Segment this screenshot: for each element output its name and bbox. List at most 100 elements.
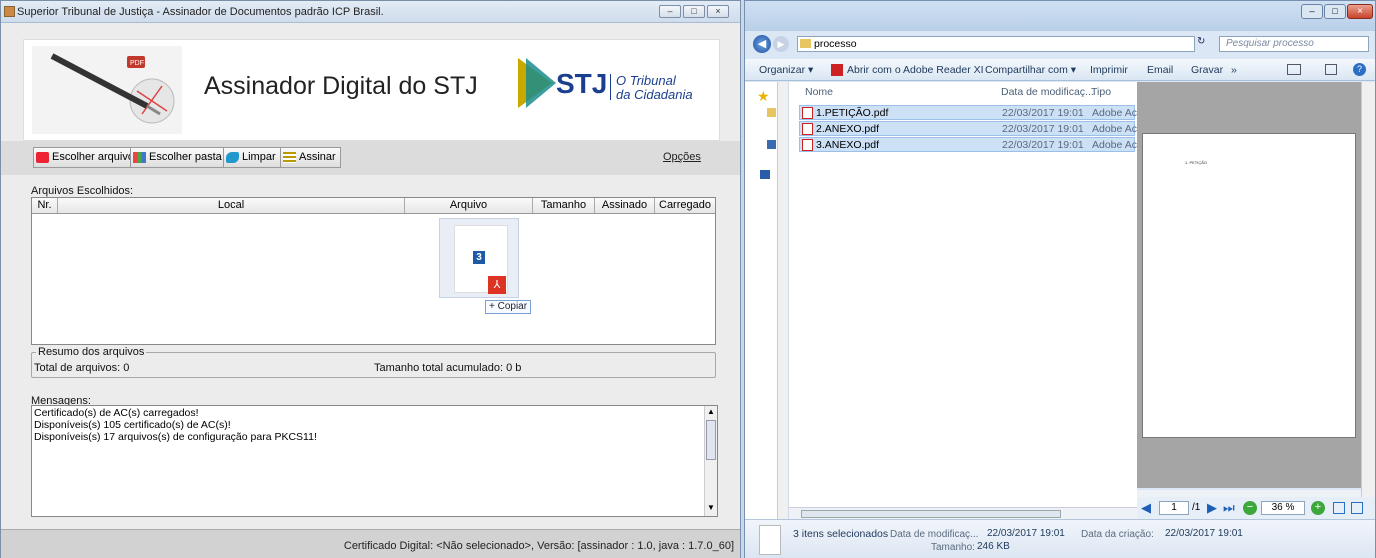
- col-type[interactable]: Tipo: [1091, 86, 1111, 98]
- files-table-header: Nr. Local Arquivo Tamanho Assinado Carre…: [32, 198, 715, 214]
- preview-vscrollbar[interactable]: [1361, 82, 1375, 497]
- file-type: Adobe Acr: [1092, 139, 1141, 151]
- status-bar: Certificado Digital: <Não selecionado>, …: [1, 529, 740, 558]
- banner-title: Assinador Digital do STJ: [204, 72, 478, 100]
- forward-icon[interactable]: ▶: [773, 36, 789, 52]
- prev-page-icon[interactable]: ◀: [1141, 500, 1151, 516]
- pdf-icon: ⅄: [488, 276, 506, 294]
- toolbar: Escolher arquivo Escolher pasta Limpar A…: [1, 141, 740, 175]
- logo-stj-text: STJ: [556, 68, 608, 99]
- clear-button[interactable]: Limpar: [223, 147, 281, 168]
- choose-file-button[interactable]: Escolher arquivo: [33, 147, 139, 168]
- navpane-scrollbar[interactable]: [777, 82, 788, 519]
- col-modified[interactable]: Data de modificaç...: [1001, 86, 1094, 98]
- col-nr[interactable]: Nr.: [32, 198, 58, 213]
- col-local[interactable]: Local: [58, 198, 405, 213]
- messages-scrollbar[interactable]: ▲ ▼: [704, 406, 717, 516]
- file-name: 1.PETIÇÃO.pdf: [816, 107, 889, 119]
- search-input[interactable]: Pesquisar processo: [1219, 36, 1369, 52]
- summary-legend: Resumo dos arquivos: [36, 346, 147, 358]
- col-name[interactable]: Nome: [805, 86, 833, 98]
- file-name: 3.ANEXO.pdf: [816, 139, 880, 151]
- filelist-hscrollbar[interactable]: [789, 507, 1137, 519]
- address-text: processo: [814, 38, 857, 50]
- zoom-out-icon[interactable]: −: [1243, 501, 1257, 515]
- email-button[interactable]: Email: [1147, 64, 1173, 76]
- hscroll-thumb[interactable]: [801, 510, 1061, 518]
- fit-page-icon[interactable]: [1333, 502, 1345, 514]
- burn-button[interactable]: Gravar: [1191, 64, 1223, 76]
- maximize-button[interactable]: □: [683, 5, 705, 18]
- total-size: Tamanho total acumulado: 0 b: [374, 362, 522, 374]
- logo-tagline-1: O Tribunal: [616, 73, 676, 88]
- back-icon[interactable]: ◀: [753, 35, 771, 53]
- explorer-maximize-button[interactable]: □: [1324, 4, 1346, 19]
- file-icon: [36, 152, 49, 163]
- favorites-star-icon[interactable]: ★: [757, 88, 770, 105]
- zoom-in-icon[interactable]: +: [1311, 501, 1325, 515]
- pdf-icon: [802, 107, 813, 119]
- view-options-icon[interactable]: [1287, 64, 1301, 75]
- signer-titlebar[interactable]: Superior Tribunal de Justiça - Assinador…: [1, 1, 740, 23]
- explorer-titlebar[interactable]: – □ ×: [745, 1, 1375, 31]
- preview-page: 1. PETIÇÃO: [1142, 133, 1356, 438]
- file-row[interactable]: 3.ANEXO.pdf 22/03/2017 19:01 Adobe Acr: [799, 137, 1140, 152]
- choose-folder-button[interactable]: Escolher pasta: [130, 147, 227, 168]
- messages-area[interactable]: Certificado(s) de AC(s) carregados! Disp…: [31, 405, 718, 517]
- file-row[interactable]: 2.ANEXO.pdf 22/03/2017 19:01 Adobe Acr: [799, 121, 1140, 136]
- preview-text: 1. PETIÇÃO: [1185, 160, 1208, 165]
- page-count: /1: [1192, 502, 1201, 513]
- selected-count: 3 itens selecionados: [793, 528, 889, 540]
- explorer-minimize-button[interactable]: –: [1301, 4, 1323, 19]
- copy-tooltip: + Copiar: [485, 300, 532, 314]
- pen-document-image: PDF: [32, 46, 182, 134]
- navigation-pane[interactable]: ★: [745, 82, 789, 519]
- pdf-icon: [802, 123, 813, 135]
- fit-width-icon[interactable]: [1351, 502, 1363, 514]
- page-number-input[interactable]: 1: [1159, 501, 1189, 515]
- address-bar[interactable]: processo: [797, 36, 1195, 52]
- col-arquivo[interactable]: Arquivo: [405, 198, 533, 213]
- status-text: Certificado Digital: <Não selecionado>, …: [343, 540, 734, 552]
- size-label: Tamanho:: [931, 542, 975, 553]
- minimize-button[interactable]: –: [659, 5, 681, 18]
- preview-pane-icon[interactable]: [1325, 64, 1337, 75]
- refresh-icon[interactable]: ↻: [1197, 36, 1217, 52]
- svg-text:PDF: PDF: [130, 60, 144, 67]
- file-row[interactable]: 1.PETIÇÃO.pdf 22/03/2017 19:01 Adobe Acr: [799, 105, 1140, 120]
- pdf-icon: [802, 139, 813, 151]
- options-link[interactable]: Opções: [663, 151, 701, 163]
- col-tamanho[interactable]: Tamanho: [533, 198, 595, 213]
- size-value: 246 KB: [977, 541, 1010, 552]
- libraries-icon[interactable]: [767, 108, 776, 117]
- scroll-down-icon[interactable]: ▼: [706, 503, 716, 513]
- more-commands-button[interactable]: »: [1231, 64, 1237, 76]
- computer-icon[interactable]: [767, 140, 776, 149]
- window-title: Superior Tribunal de Justiça - Assinador…: [17, 6, 384, 18]
- last-page-icon[interactable]: ⏭: [1223, 500, 1235, 516]
- scroll-up-icon[interactable]: ▲: [706, 407, 716, 417]
- scroll-thumb[interactable]: [706, 420, 716, 460]
- command-bar: Organizar ▾ Abrir com o Adobe Reader XI …: [745, 59, 1375, 81]
- folder-icon: [800, 39, 811, 48]
- sign-button[interactable]: Assinar: [280, 147, 341, 168]
- help-icon[interactable]: ?: [1353, 63, 1366, 76]
- open-with-adobe-button[interactable]: Abrir com o Adobe Reader XI: [847, 64, 984, 76]
- col-assinado[interactable]: Assinado: [595, 198, 655, 213]
- close-button[interactable]: ×: [707, 5, 729, 18]
- share-with-menu[interactable]: Compartilhar com ▾: [985, 64, 1076, 76]
- sign-icon: [283, 152, 296, 163]
- print-button[interactable]: Imprimir: [1090, 64, 1128, 76]
- organize-menu[interactable]: Organizar ▾: [759, 64, 813, 76]
- files-table[interactable]: Nr. Local Arquivo Tamanho Assinado Carre…: [31, 197, 716, 345]
- file-list[interactable]: Nome Data de modificaç... Tipo 1.PETIÇÃO…: [789, 82, 1140, 519]
- network-icon[interactable]: [760, 170, 770, 179]
- selection-thumbnail: [759, 525, 781, 555]
- files-label: Arquivos Escolhidos:: [31, 185, 134, 197]
- summary-group: Resumo dos arquivos Total de arquivos: 0…: [31, 346, 716, 378]
- zoom-input[interactable]: 36 %: [1261, 501, 1305, 515]
- col-carregado[interactable]: Carregado: [655, 198, 715, 213]
- message-line: Certificado(s) de AC(s) carregados!: [34, 407, 199, 419]
- explorer-close-button[interactable]: ×: [1347, 4, 1373, 19]
- next-page-icon[interactable]: ▶: [1207, 500, 1217, 516]
